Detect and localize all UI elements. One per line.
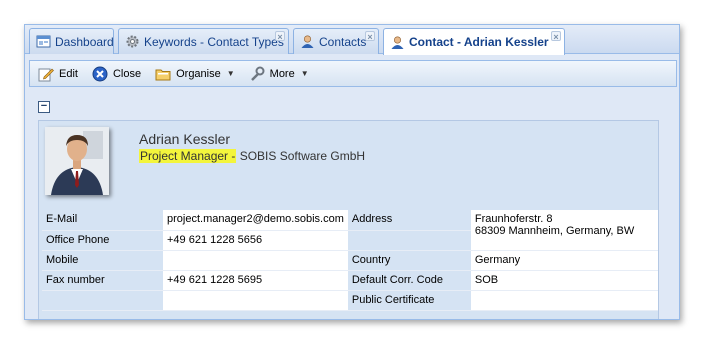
chevron-down-icon: ▼ — [226, 69, 235, 78]
office-phone-label: Office Phone — [42, 230, 163, 251]
country-label: Country — [347, 250, 471, 271]
user-icon — [300, 34, 315, 49]
email-value[interactable]: project.manager2@demo.sobis.com — [163, 210, 348, 231]
contact-detail-panel: Adrian Kessler Project Manager - SOBIS S… — [38, 120, 659, 319]
address-label: Address — [347, 210, 471, 231]
folder-icon — [155, 66, 171, 82]
tab-dashboard[interactable]: Dashboard — [29, 28, 114, 54]
address-value: Fraunhoferstr. 8 68309 Mannheim, Germany… — [470, 210, 658, 251]
edit-button[interactable]: Edit — [38, 66, 78, 82]
wrench-icon — [249, 66, 265, 82]
certificate-value — [470, 290, 658, 311]
close-tab-icon[interactable]: × — [365, 31, 375, 42]
table-row: E-Mail project.manager2@demo.sobis.com A… — [42, 210, 658, 251]
corr-code-label: Default Corr. Code — [347, 270, 471, 291]
office-phone-value[interactable]: +49 621 1228 5656 — [163, 230, 348, 251]
contact-info-table: E-Mail project.manager2@demo.sobis.com A… — [42, 210, 658, 311]
edit-label: Edit — [59, 67, 78, 80]
edit-icon — [38, 66, 54, 82]
company-name: SOBIS Software GmbH — [239, 149, 366, 163]
close-button[interactable]: Close — [92, 66, 141, 82]
close-tab-icon[interactable]: × — [275, 31, 285, 42]
tab-strip: Dashboard Keywords - Contact Types × Con… — [25, 25, 679, 55]
fax-label: Fax number — [42, 270, 163, 291]
organise-button[interactable]: Organise ▼ — [155, 66, 235, 82]
toolbar: Edit Close Organise ▼ More ▼ — [29, 60, 677, 87]
organise-label: Organise — [176, 67, 221, 80]
tab-keywords-contact-types[interactable]: Keywords - Contact Types × — [118, 28, 289, 54]
tab-dashboard-label: Dashboard — [55, 34, 114, 49]
table-row: Mobile Country Germany — [42, 250, 658, 271]
empty-value — [163, 290, 348, 311]
tab-contacts-label: Contacts — [319, 34, 367, 49]
address-line-2: 68309 Mannheim, Germany, BW — [474, 225, 635, 237]
corr-code-value: SOB — [470, 270, 658, 291]
highlighted-job-title: Project Manager - — [139, 149, 237, 163]
collapse-toggle[interactable]: − — [38, 101, 50, 113]
chevron-down-icon: ▼ — [300, 69, 309, 78]
empty-label — [42, 290, 163, 311]
tab-contacts[interactable]: Contacts × — [293, 28, 379, 54]
fax-value: +49 621 1228 5695 — [163, 270, 348, 291]
mobile-label: Mobile — [42, 250, 163, 271]
close-tab-icon[interactable]: × — [551, 31, 561, 42]
contact-window: Dashboard Keywords - Contact Types × Con… — [24, 24, 680, 320]
country-value: Germany — [470, 250, 658, 271]
tab-contact-adrian-kessler[interactable]: Contact - Adrian Kessler × — [383, 28, 565, 55]
avatar — [45, 127, 109, 195]
more-button[interactable]: More ▼ — [249, 66, 309, 82]
table-row: Fax number +49 621 1228 5695 Default Cor… — [42, 270, 658, 291]
contact-role-line: Project Manager - SOBIS Software GmbH — [139, 149, 365, 163]
gear-icon — [125, 34, 140, 49]
tab-keywords-label: Keywords - Contact Types — [144, 34, 284, 49]
dashboard-icon — [36, 34, 51, 49]
close-circle-icon — [92, 66, 108, 82]
address-line-1: Fraunhoferstr. 8 — [474, 213, 553, 225]
mobile-value — [163, 250, 348, 271]
tab-contact-label: Contact - Adrian Kessler — [409, 35, 549, 49]
close-label: Close — [112, 67, 142, 80]
user-icon — [390, 35, 405, 50]
more-label: More — [269, 67, 295, 80]
email-label: E-Mail — [42, 210, 163, 231]
contact-name: Adrian Kessler — [139, 131, 231, 147]
certificate-label: Public Certificate — [347, 290, 471, 311]
address-label-spacer — [347, 230, 471, 251]
table-row: Public Certificate — [42, 290, 658, 311]
